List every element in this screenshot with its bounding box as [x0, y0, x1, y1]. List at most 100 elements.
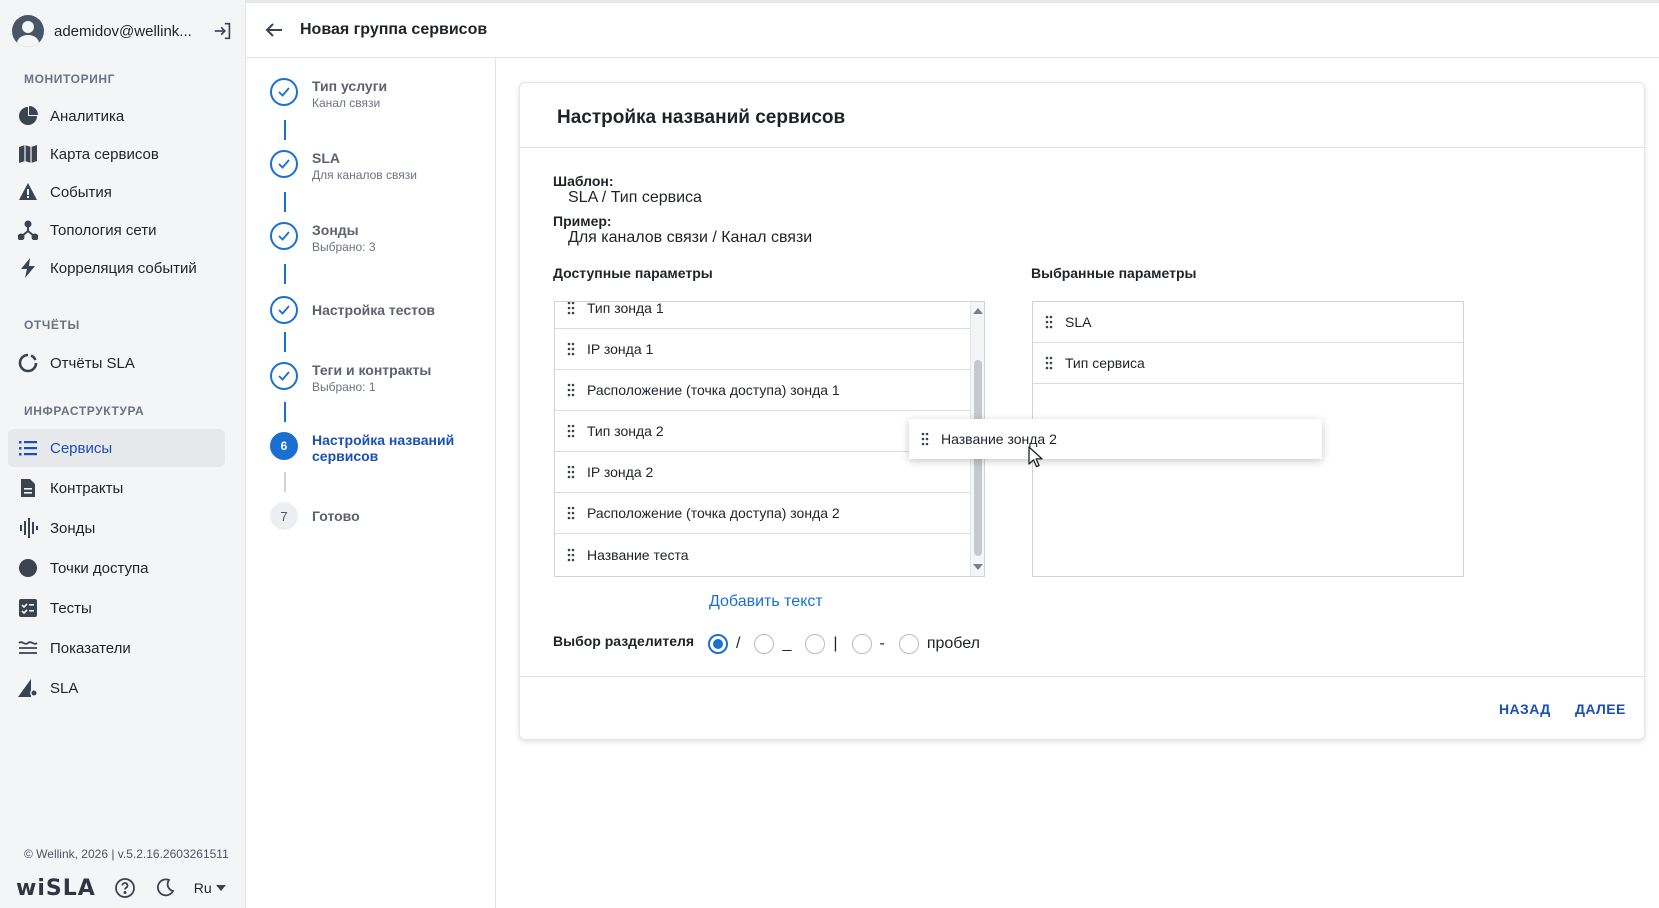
section-monitoring: МОНИТОРИНГ: [24, 72, 116, 86]
step-connector: [284, 332, 286, 352]
sidebar-item-label: Контракты: [50, 479, 124, 497]
sidebar-item-sla[interactable]: SLA: [8, 669, 225, 707]
sidebar-item-service-map[interactable]: Карта сервисов: [8, 135, 225, 173]
separator-radio-group: / _ | - пробел: [708, 633, 994, 655]
available-params-title: Доступные параметры: [553, 265, 713, 281]
step-tags-contracts[interactable]: Теги и контракты Выбрано: 1: [270, 362, 431, 394]
step-subtitle: Канал связи: [312, 96, 381, 110]
step-connector: [284, 264, 286, 284]
step-probes[interactable]: Зонды Выбрано: 3: [270, 222, 376, 254]
sidebar-item-label: Карта сервисов: [50, 145, 159, 163]
drag-handle-icon[interactable]: [567, 301, 575, 315]
sidebar-item-sla-reports[interactable]: Отчёты SLA: [8, 344, 225, 382]
step-test-settings[interactable]: Настройка тестов: [270, 296, 435, 324]
drag-handle-icon[interactable]: [567, 383, 575, 397]
list-item[interactable]: Расположение (точка доступа) зонда 2: [555, 493, 971, 534]
step-connector: [284, 472, 286, 492]
mouse-cursor-icon: [1028, 446, 1043, 468]
avatar-icon[interactable]: [12, 15, 44, 47]
sidebar-item-access-points[interactable]: Точки доступа: [8, 549, 225, 587]
scroll-up-icon[interactable]: [973, 306, 983, 316]
radio-checked[interactable]: [708, 634, 728, 654]
separator-option-underscore[interactable]: _: [754, 634, 791, 654]
step-title: Тип услуги: [312, 78, 388, 94]
logout-icon[interactable]: [212, 20, 234, 42]
sidebar-item-events[interactable]: События: [8, 173, 225, 211]
arrow-left-icon[interactable]: [262, 18, 286, 42]
user-name: ademidov@wellink...: [54, 22, 192, 40]
drag-handle-icon[interactable]: [921, 432, 929, 446]
sidebar-item-label: Тесты: [50, 599, 92, 617]
list-item[interactable]: Тип зонда 1: [555, 301, 971, 329]
chevron-down-icon: [215, 885, 226, 891]
step-service-type[interactable]: Тип услуги Канал связи: [270, 78, 387, 110]
sidebar-item-services[interactable]: Сервисы: [8, 429, 225, 467]
drag-handle-icon[interactable]: [1045, 356, 1053, 370]
list-item[interactable]: Расположение (точка доступа) зонда 1: [555, 370, 971, 411]
step-done[interactable]: 7 Готово: [270, 502, 360, 530]
pie-chart-icon: [18, 106, 38, 126]
next-button[interactable]: ДАЛЕЕ: [1575, 701, 1626, 717]
sidebar: ademidov@wellink... МОНИТОРИНГ Аналитика…: [0, 0, 246, 908]
drag-handle-icon[interactable]: [567, 506, 575, 520]
back-button[interactable]: НАЗАД: [1499, 701, 1551, 717]
separator-option-space[interactable]: пробел: [898, 634, 980, 654]
dark-mode-icon[interactable]: [154, 877, 176, 899]
drag-handle-icon[interactable]: [1045, 315, 1053, 329]
sidebar-item-correlation[interactable]: Корреляция событий: [8, 249, 225, 287]
param-label: Расположение (точка доступа) зонда 1: [587, 382, 840, 398]
check-circle-icon: [270, 362, 298, 390]
sidebar-item-tests[interactable]: Тесты: [8, 589, 225, 627]
radio[interactable]: [754, 634, 775, 654]
separator-option-pipe[interactable]: |: [805, 634, 838, 654]
separator-label: Выбор разделителя: [553, 633, 695, 649]
radio-label: -: [879, 635, 885, 652]
separator-option-slash[interactable]: /: [708, 634, 740, 654]
step-service-names[interactable]: 6 Настройка названий сервисов: [270, 432, 472, 464]
language-select[interactable]: Ru: [194, 880, 226, 896]
param-label: SLA: [1065, 314, 1092, 330]
add-text-button[interactable]: Добавить текст: [709, 593, 823, 611]
radio[interactable]: [898, 634, 919, 654]
drag-handle-icon[interactable]: [567, 548, 575, 562]
drag-handle-icon[interactable]: [567, 424, 575, 438]
sidebar-item-label: Отчёты SLA: [50, 354, 135, 372]
sidebar-item-indicators[interactable]: Показатели: [8, 629, 225, 667]
sidebar-item-label: Зонды: [50, 519, 96, 537]
step-title: Теги и контракты: [312, 362, 432, 378]
footer-copyright: © Wellink, 2026 | v.5.2.16.2603261511: [24, 847, 229, 861]
sidebar-item-contracts[interactable]: Контракты: [8, 469, 225, 507]
scroll-down-icon[interactable]: [973, 562, 983, 572]
param-label: IP зонда 1: [587, 341, 654, 357]
radio[interactable]: [805, 634, 826, 654]
sidebar-item-analytics[interactable]: Аналитика: [8, 97, 225, 135]
sidebar-item-probes[interactable]: Зонды: [8, 509, 225, 547]
dragging-item[interactable]: Название зонда 2: [909, 419, 1322, 459]
radio[interactable]: [851, 634, 872, 654]
help-icon[interactable]: [114, 877, 136, 899]
drag-handle-icon[interactable]: [567, 465, 575, 479]
separator-option-dash[interactable]: -: [851, 634, 885, 654]
step-connector: [284, 120, 286, 140]
list-icon: [18, 438, 38, 458]
section-reports: ОТЧЁТЫ: [24, 318, 80, 332]
user-row: ademidov@wellink...: [12, 13, 234, 49]
list-item[interactable]: Название теста: [555, 534, 971, 575]
param-label: Тип зонда 2: [587, 423, 664, 439]
example-value: Для каналов связи / Канал связи: [568, 229, 813, 246]
step-number: 6: [270, 432, 298, 460]
drag-handle-icon[interactable]: [567, 342, 575, 356]
list-item[interactable]: IP зонда 1: [555, 329, 971, 370]
param-label: Тип сервиса: [1065, 355, 1145, 371]
step-subtitle: Для каналов связи: [312, 168, 417, 182]
step-sla[interactable]: SLA Для каналов связи: [270, 150, 417, 182]
template-label: Шаблон:: [553, 173, 614, 189]
check-circle-icon: [270, 222, 298, 250]
list-item[interactable]: SLA: [1033, 302, 1463, 343]
list-item[interactable]: Тип сервиса: [1033, 343, 1463, 384]
sidebar-item-topology[interactable]: Топология сети: [8, 211, 225, 249]
step-connector: [284, 402, 286, 422]
warning-icon: [18, 182, 38, 202]
sidebar-item-label: События: [50, 183, 112, 201]
sidebar-item-label: Показатели: [50, 639, 131, 657]
